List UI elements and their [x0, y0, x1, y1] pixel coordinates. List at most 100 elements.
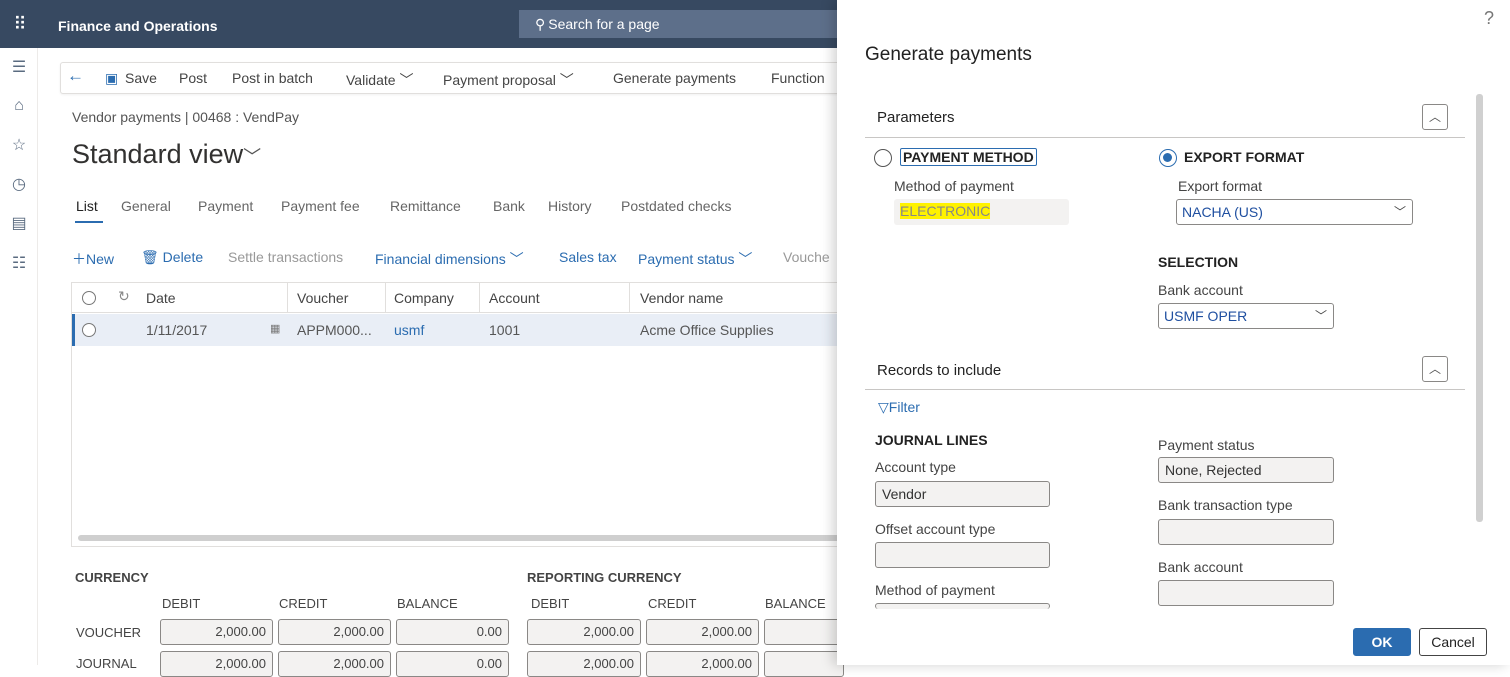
app-title[interactable]: Finance and Operations	[58, 18, 217, 34]
post-in-batch-button[interactable]: Post in batch	[232, 70, 313, 86]
payment-status-filter-field[interactable]: None, Rejected	[1158, 457, 1334, 483]
voucher-reporting-credit: 2,000.00	[646, 619, 759, 645]
settle-transactions-button[interactable]: Settle transactions	[228, 249, 343, 265]
bank-transaction-type-field[interactable]	[1158, 519, 1334, 545]
search-placeholder: Search for a page	[548, 16, 660, 32]
delete-button[interactable]: 🗑 Delete	[141, 249, 203, 266]
chevron-down-icon: ﹀	[1393, 205, 1406, 219]
bank-account-select[interactable]: USMF OPER ﹀	[1158, 303, 1334, 329]
journal-lines-heading: JOURNAL LINES	[875, 432, 988, 448]
voucher-row-label: VOUCHER	[76, 625, 142, 640]
validate-label: Validate	[346, 72, 396, 88]
voucher-button[interactable]: Vouche	[783, 249, 830, 265]
parameters-section-header[interactable]: Parameters ︿	[865, 100, 1465, 138]
table-row[interactable]: 1/11/2017 ▦ APPM000... usmf 1001 Acme Of…	[72, 314, 852, 346]
column-divider	[629, 283, 630, 313]
row-date[interactable]: 1/11/2017	[146, 322, 207, 338]
payment-proposal-menu[interactable]: Payment proposal ﹀	[443, 70, 574, 90]
journal-balance: 0.00	[396, 651, 509, 677]
view-selector[interactable]: Standard view﹀	[72, 139, 261, 170]
tab-payment[interactable]: Payment	[198, 198, 253, 214]
app-launcher-icon[interactable]: ⠿	[10, 14, 30, 34]
search-input[interactable]: ⚲ Search for a page	[519, 10, 849, 38]
generate-payments-button[interactable]: Generate payments	[613, 70, 736, 86]
row-vendor-name[interactable]: Acme Office Supplies	[640, 322, 774, 338]
reporting-currency-heading: REPORTING CURRENCY	[527, 570, 682, 585]
row-account[interactable]: 1001	[489, 322, 520, 338]
bank-account-filter-label: Bank account	[1158, 559, 1243, 575]
bank-account-filter-field[interactable]	[1158, 580, 1334, 606]
column-vendor-name[interactable]: Vendor name	[640, 290, 723, 306]
export-format-value: NACHA (US)	[1182, 204, 1263, 220]
sales-tax-button[interactable]: Sales tax	[559, 249, 617, 265]
help-icon[interactable]: ?	[1484, 8, 1494, 29]
export-format-select[interactable]: NACHA (US) ﹀	[1176, 199, 1413, 225]
payment-status-filter-label: Payment status	[1158, 437, 1255, 453]
generate-payments-dialog: ? Generate payments Parameters ︿ PAYMENT…	[837, 0, 1510, 665]
cancel-button[interactable]: Cancel	[1419, 628, 1487, 656]
hamburger-icon[interactable]: ☰	[9, 58, 29, 78]
bank-account-value: USMF OPER	[1164, 308, 1248, 324]
refresh-icon[interactable]: ↻	[118, 288, 130, 305]
payment-lines-grid: ↻ Date Voucher Company Account Vendor na…	[71, 282, 852, 547]
column-company[interactable]: Company	[394, 290, 454, 306]
new-label: New	[86, 251, 115, 267]
account-type-label: Account type	[875, 459, 956, 475]
payment-method-radio[interactable]	[874, 149, 892, 167]
action-pane: ← ▣ Save Post Post in batch Validate ﹀ P…	[60, 62, 850, 94]
filter-button[interactable]: ▽Filter	[878, 399, 920, 416]
search-icon: ⚲	[535, 16, 546, 32]
chevron-down-icon: ﹀	[509, 251, 524, 267]
chevron-up-icon[interactable]: ︿	[1422, 104, 1448, 130]
offset-account-type-label: Offset account type	[875, 521, 996, 537]
post-button[interactable]: Post	[179, 70, 207, 86]
account-type-field[interactable]: Vendor	[875, 481, 1050, 507]
validate-menu[interactable]: Validate ﹀	[346, 70, 413, 90]
row-company[interactable]: usmf	[394, 322, 424, 338]
reporting-credit-header: CREDIT	[648, 596, 697, 611]
currency-balance-header: BALANCE	[397, 596, 458, 611]
grid-horizontal-scrollbar[interactable]	[78, 535, 848, 541]
tab-postdated-checks[interactable]: Postdated checks	[621, 198, 732, 214]
home-icon[interactable]: ⌂	[9, 96, 29, 116]
journal-row-label: JOURNAL	[76, 656, 137, 671]
new-button[interactable]: ＋New	[72, 249, 114, 269]
voucher-reporting-debit: 2,000.00	[527, 619, 641, 645]
save-button[interactable]: Save	[125, 70, 157, 86]
select-all-radio[interactable]	[82, 291, 96, 305]
functions-menu[interactable]: Function	[771, 70, 825, 86]
plus-icon: ＋	[72, 251, 86, 267]
method-of-payment-field[interactable]: ELECTRONIC	[894, 199, 1069, 225]
calendar-icon[interactable]: ▦	[270, 322, 280, 335]
records-section-header[interactable]: Records to include ︿	[865, 354, 1465, 390]
delete-label: Delete	[162, 249, 204, 265]
back-arrow-icon[interactable]: ←	[67, 66, 84, 86]
payment-method-label[interactable]: PAYMENT METHOD	[900, 148, 1037, 166]
chevron-down-icon: ﹀	[243, 147, 262, 167]
column-voucher[interactable]: Voucher	[297, 290, 348, 306]
export-format-radio[interactable]	[1159, 149, 1177, 167]
favorites-icon[interactable]: ☆	[9, 136, 29, 156]
grid-header: ↻ Date Voucher Company Account Vendor na…	[72, 283, 852, 313]
tab-bank[interactable]: Bank	[493, 198, 525, 214]
row-voucher[interactable]: APPM000...	[297, 322, 372, 338]
dialog-vertical-scrollbar[interactable]	[1476, 94, 1483, 522]
tab-payment-fee[interactable]: Payment fee	[281, 198, 360, 214]
tab-history[interactable]: History	[548, 198, 592, 214]
row-select-radio[interactable]	[82, 323, 96, 337]
workspaces-icon[interactable]: ▤	[9, 214, 29, 234]
trash-icon: 🗑	[141, 249, 159, 265]
tab-general[interactable]: General	[121, 198, 171, 214]
modules-icon[interactable]: ☷	[9, 254, 29, 274]
tab-remittance[interactable]: Remittance	[390, 198, 461, 214]
offset-account-type-field[interactable]	[875, 542, 1050, 568]
column-account[interactable]: Account	[489, 290, 540, 306]
ok-button[interactable]: OK	[1353, 628, 1411, 656]
chevron-up-icon[interactable]: ︿	[1422, 356, 1448, 382]
financial-dimensions-menu[interactable]: Financial dimensions ﹀	[375, 249, 524, 269]
tab-list[interactable]: List	[76, 198, 98, 214]
method-of-payment-filter-field[interactable]	[875, 603, 1050, 609]
recent-icon[interactable]: ◷	[9, 175, 29, 195]
column-date[interactable]: Date	[146, 290, 176, 306]
payment-status-menu[interactable]: Payment status ﹀	[638, 249, 752, 269]
